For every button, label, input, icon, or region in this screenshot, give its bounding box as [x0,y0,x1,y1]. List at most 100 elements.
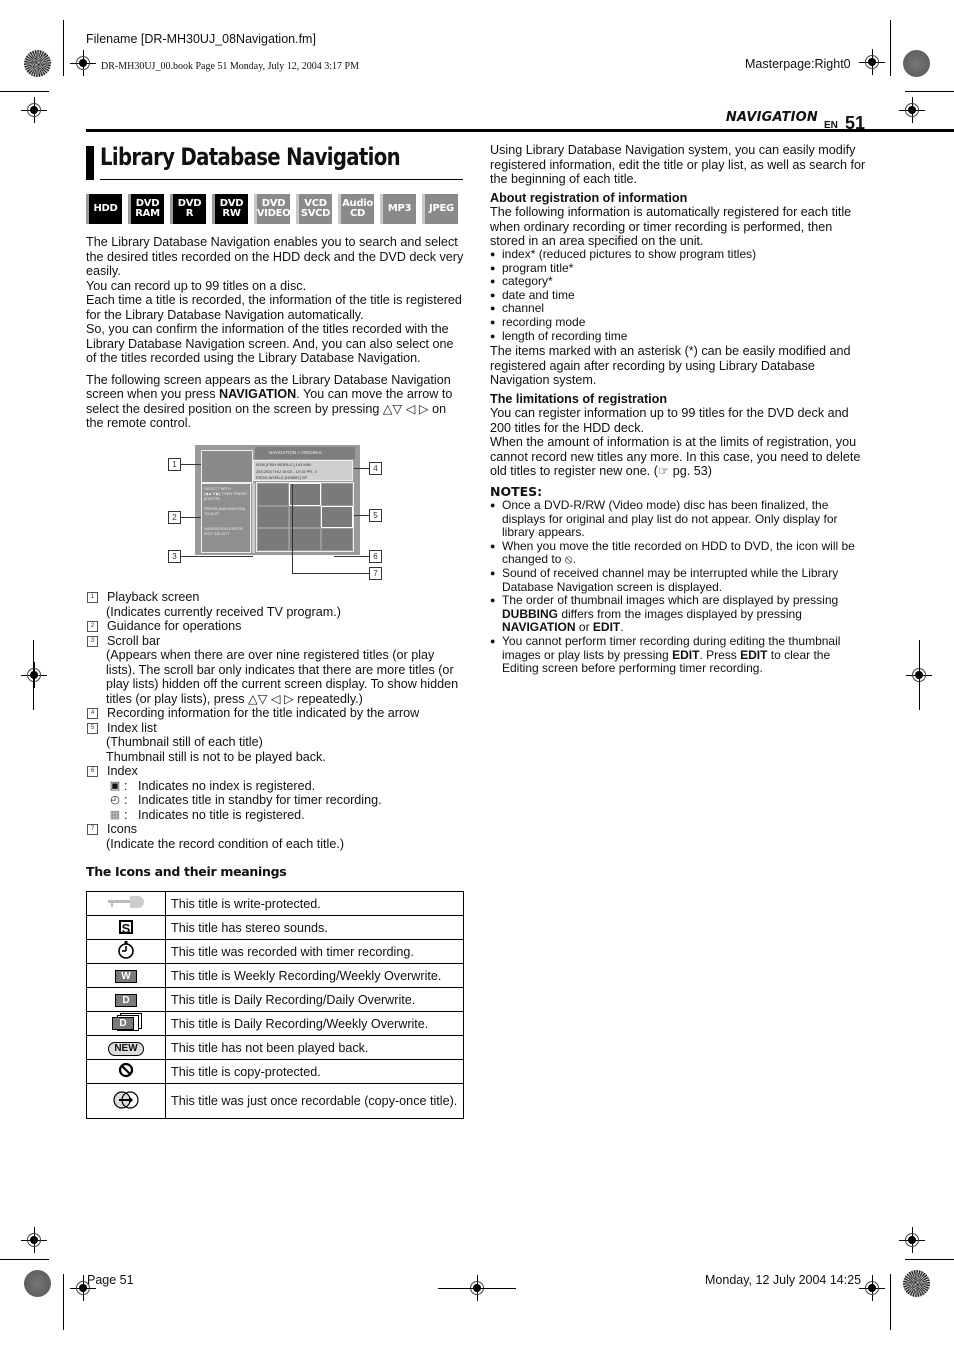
page-title: Library Database Navigation [100,143,401,171]
legend-item: 2 Guidance for operations [86,619,466,634]
footer-date: Monday, 12 July 2004 14:25 [705,1273,862,1287]
legend-item: 4 Recording information for the title ind… [86,706,466,721]
masterpage-label: Masterpage:Right0 [745,57,851,71]
note-item: ● You cannot perform timer recording duri… [490,633,841,676]
crop-line [0,91,49,92]
notes-heading: NOTES: [490,484,543,499]
table-row: This title was recorded with timer recor… [86,939,464,964]
daily-weekly-icon: D [110,1013,142,1031]
notes-list: ● Once a DVD-R/RW (Video mode) disc has b… [490,498,870,676]
filename-label: Filename [DR-MH30UJ_08Navigation.fm] [86,32,316,46]
list-item: ● category* [490,274,553,289]
diagram-legend: 1 Playback screen (Indicates currently re… [86,590,466,851]
registration-mark-icon [859,1275,885,1301]
starburst-mark [903,1270,930,1297]
title-rule [100,179,463,180]
registration-mark-icon [70,50,96,76]
registration-items: ● index* (reduced pictures to show progra… [490,247,870,343]
list-item: ● date and time [490,287,575,302]
intro-text: The Library Database Navigation enables … [86,235,466,431]
table-row: W This title is Weekly Recording/Weekly … [86,963,464,988]
crop-line [33,640,34,710]
index-icon-row: ◴: Indicates title in standby for timer … [86,793,466,808]
intro-paragraph: So, you can confirm the information of t… [86,322,454,365]
index-icon-row: ▣: Indicates no index is registered. [86,779,466,794]
badge-vcd-svcd: VCD SVCD [296,194,332,224]
thumbnail [258,529,288,550]
asterisk-note: The items marked with an asterisk (*) ca… [490,344,851,387]
list-item: ● length of recording time [490,328,628,343]
footer-page: Page 51 [87,1273,134,1287]
header-rule [86,129,954,132]
registration-text: The following information is automatical… [490,205,852,248]
section-label: NAVIGATION [725,110,818,125]
registration-mark-icon [899,1227,925,1253]
operation-guidance: SELECT WITH [◀▲▼▶] THEN PRESS [ENTER] PR… [201,483,251,553]
weekly-icon: W [115,970,137,983]
daily-icon: D [115,994,137,1007]
registration-mark-icon [899,97,925,123]
note-item: ● Sound of received channel may be interr… [490,565,839,594]
registration-heading: About registration of information [490,191,688,205]
crop-line [63,20,64,76]
intro-paragraph: The Library Database Navigation enables … [86,235,464,278]
registration-mark-icon [21,97,47,123]
timer-icon [117,941,135,962]
recording-info: 0005 [FISH WORLD ] 143 MIN 25/12/03 THU … [253,460,353,481]
table-row: S This title has stereo sounds. [86,915,464,940]
legend-item: 1 Playback screen [86,590,466,605]
crop-line [890,1274,891,1330]
media-badges: HDD DVD RAM DVD R DVD RW DVD VIDEO VCD SVCD A… [86,194,458,224]
legend-item: 6 Index [86,764,466,779]
note-item: ● When you move the title recorded on HDD… [490,538,855,567]
right-intro: Using Library Database Navigation system… [490,143,866,186]
crop-line [905,1259,954,1260]
thumbnail [322,484,352,505]
copy-once-icon [111,1090,141,1113]
gray-disc-mark [24,1270,51,1297]
table-row: D This title is Daily Recording/Weekly O… [86,1011,464,1036]
index-icon-row: ▦: Indicates no title is registered. [86,808,466,823]
icons-table: This title is write-protected. S This ti… [86,891,464,1119]
note-item: ● Once a DVD-R/RW (Video mode) disc has b… [490,498,838,540]
thumbnail [258,484,288,505]
thumbnail [258,506,288,528]
badge-dvd-video: DVD VIDEO [254,194,291,224]
thumbnail [290,529,320,550]
legend-item: 7 Icons [86,822,466,837]
callout-3: 3 [168,550,181,563]
book-line: DR-MH30UJ_00.book Page 51 Monday, July 1… [101,61,359,72]
callout-2: 2 [168,511,181,524]
list-item: ● recording mode [490,314,586,329]
crop-line [890,20,891,76]
crop-line [905,91,954,92]
thumbnail [321,505,353,529]
limits-heading: The limitations of registration [490,392,668,406]
legend-item: 3 Scroll bar [86,634,466,649]
badge-hdd: HDD [86,194,122,224]
table-row: This title is copy-protected. [86,1059,464,1084]
table-row: This title was just once recordable (cop… [86,1083,464,1119]
navigation-screen-diagram: NAVIGATION > ORIGINAL 0005 [FISH WORLD ]… [195,445,360,555]
registration-mark-icon [21,662,47,688]
copy-protected-icon [118,1062,134,1081]
thumbnail [289,483,321,506]
thumbnail [322,529,352,550]
new-icon: NEW [108,1041,144,1056]
list-item: ● index* (reduced pictures to show progra… [490,247,757,261]
crop-line [63,1274,64,1330]
callout-4: 4 [369,462,382,475]
table-row: This title is write-protected. [86,891,464,916]
legend-item: 5 Index list [86,721,466,736]
callout-5: 5 [369,509,382,522]
gray-disc-mark [903,50,930,77]
starburst-mark [24,50,51,77]
registration-mark-icon [21,1227,47,1253]
icons-table-heading: The Icons and their meanings [86,864,287,879]
timer-standby-icon: ◴ [110,794,120,806]
title-bar [86,146,94,180]
intro-paragraph: You can record up to 99 titles on a disc… [86,278,307,293]
callout-1: 1 [168,458,181,471]
callout-6: 6 [369,550,382,563]
badge-mp3: MP3 [380,194,416,224]
